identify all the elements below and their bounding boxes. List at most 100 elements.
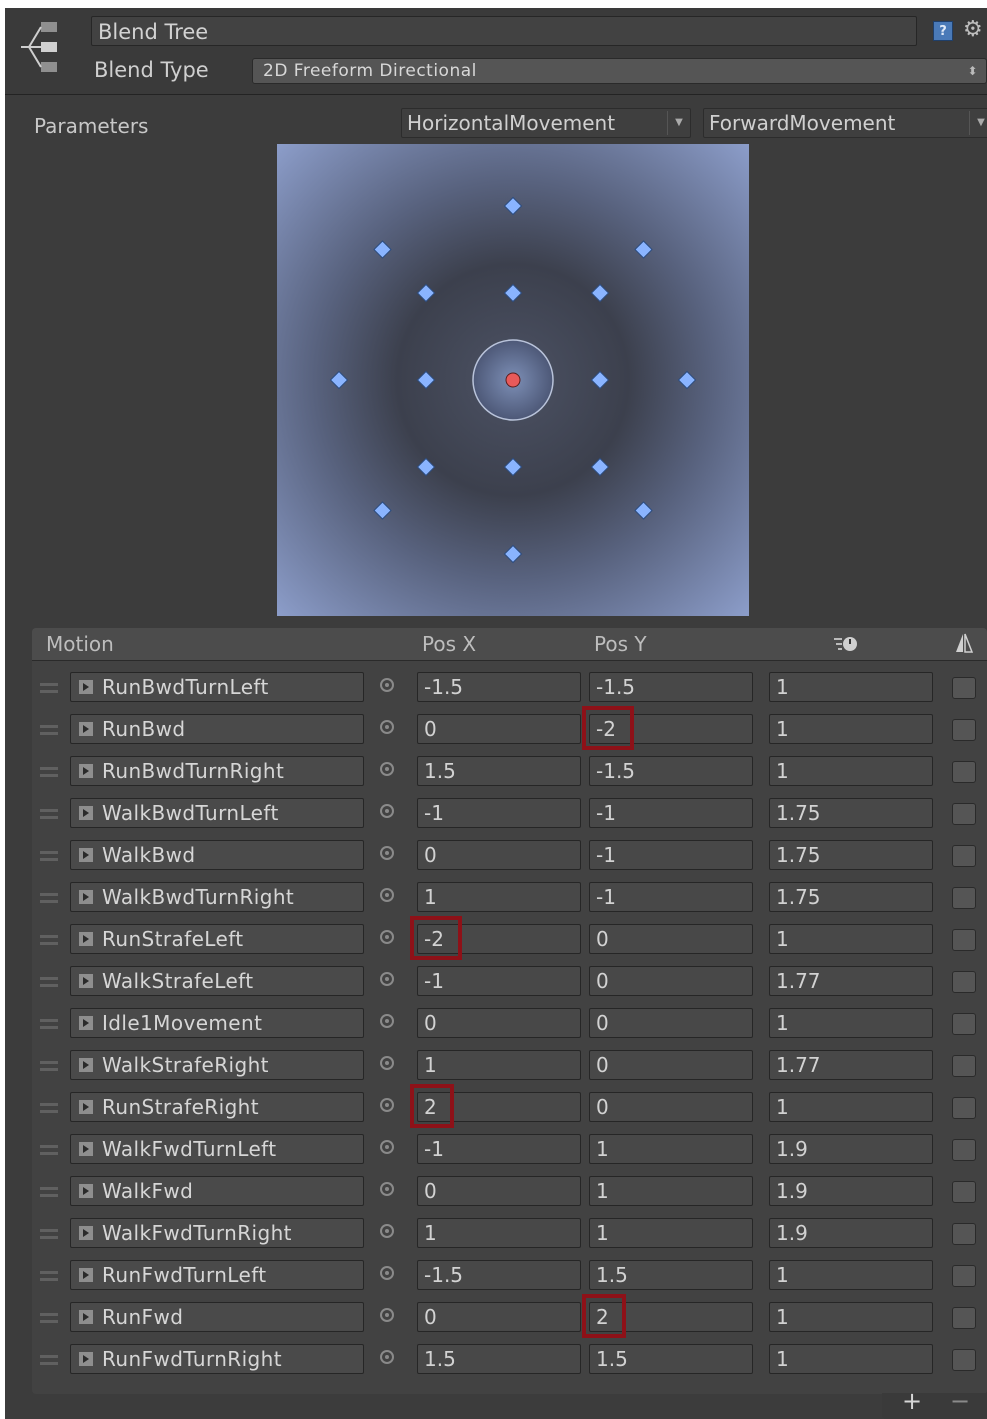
- time-scale-field[interactable]: 1: [769, 714, 933, 744]
- time-scale-field[interactable]: 1.9: [769, 1134, 933, 1164]
- pos-x-field[interactable]: 0: [417, 1008, 581, 1038]
- pos-y-field[interactable]: 1: [589, 1176, 753, 1206]
- drag-handle-icon[interactable]: [40, 809, 58, 819]
- pos-x-field[interactable]: -1: [417, 1134, 581, 1164]
- object-picker-icon[interactable]: [380, 762, 394, 776]
- gear-icon[interactable]: ⚙: [963, 15, 983, 45]
- mirror-toggle[interactable]: [952, 971, 976, 993]
- time-scale-field[interactable]: 1: [769, 924, 933, 954]
- blend-space-graph[interactable]: [277, 144, 749, 616]
- pos-x-field[interactable]: -1.5: [417, 672, 581, 702]
- mirror-toggle[interactable]: [952, 1265, 976, 1287]
- motion-clip-field[interactable]: WalkFwdTurnRight: [70, 1218, 364, 1248]
- drag-handle-icon[interactable]: [40, 1187, 58, 1197]
- mirror-toggle[interactable]: [952, 1139, 976, 1161]
- motion-clip-field[interactable]: WalkBwdTurnRight: [70, 882, 364, 912]
- object-picker-icon[interactable]: [380, 1308, 394, 1322]
- drag-handle-icon[interactable]: [40, 1313, 58, 1323]
- pos-y-field[interactable]: -1.5: [589, 672, 753, 702]
- time-scale-field[interactable]: 1.77: [769, 966, 933, 996]
- object-picker-icon[interactable]: [380, 678, 394, 692]
- motion-clip-field[interactable]: RunStrafeRight: [70, 1092, 364, 1122]
- motion-clip-field[interactable]: RunFwdTurnRight: [70, 1344, 364, 1374]
- mirror-toggle[interactable]: [952, 1181, 976, 1203]
- drag-handle-icon[interactable]: [40, 1103, 58, 1113]
- pos-x-field[interactable]: -1: [417, 966, 581, 996]
- object-picker-icon[interactable]: [380, 1266, 394, 1280]
- mirror-toggle[interactable]: [952, 929, 976, 951]
- drag-handle-icon[interactable]: [40, 893, 58, 903]
- mirror-toggle[interactable]: [952, 845, 976, 867]
- motion-clip-field[interactable]: RunBwdTurnRight: [70, 756, 364, 786]
- mirror-toggle[interactable]: [952, 761, 976, 783]
- drag-handle-icon[interactable]: [40, 683, 58, 693]
- mirror-toggle[interactable]: [952, 1307, 976, 1329]
- motion-clip-field[interactable]: RunFwdTurnLeft: [70, 1260, 364, 1290]
- object-picker-icon[interactable]: [380, 720, 394, 734]
- object-picker-icon[interactable]: [380, 1350, 394, 1364]
- time-scale-field[interactable]: 1: [769, 1008, 933, 1038]
- drag-handle-icon[interactable]: [40, 725, 58, 735]
- pos-y-field[interactable]: -1.5: [589, 756, 753, 786]
- time-scale-field[interactable]: 1.75: [769, 798, 933, 828]
- mirror-toggle[interactable]: [952, 803, 976, 825]
- drag-handle-icon[interactable]: [40, 1145, 58, 1155]
- object-picker-icon[interactable]: [380, 1224, 394, 1238]
- time-scale-field[interactable]: 1.9: [769, 1218, 933, 1248]
- object-picker-icon[interactable]: [380, 1014, 394, 1028]
- pos-y-field[interactable]: -1: [589, 798, 753, 828]
- time-scale-field[interactable]: 1.75: [769, 840, 933, 870]
- drag-handle-icon[interactable]: [40, 1355, 58, 1365]
- add-motion-button[interactable]: +: [902, 1387, 922, 1415]
- drag-handle-icon[interactable]: [40, 1061, 58, 1071]
- pos-y-field[interactable]: 0: [589, 1092, 753, 1122]
- remove-motion-button[interactable]: −: [950, 1387, 970, 1415]
- y-parameter-dropdown[interactable]: ForwardMovement ▼: [703, 108, 987, 138]
- time-scale-field[interactable]: 1: [769, 672, 933, 702]
- help-icon[interactable]: ?: [933, 21, 953, 41]
- mirror-toggle[interactable]: [952, 1097, 976, 1119]
- time-scale-field[interactable]: 1.75: [769, 882, 933, 912]
- x-parameter-dropdown[interactable]: HorizontalMovement ▼: [401, 108, 691, 138]
- time-scale-field[interactable]: 1.9: [769, 1176, 933, 1206]
- drag-handle-icon[interactable]: [40, 767, 58, 777]
- mirror-toggle[interactable]: [952, 1055, 976, 1077]
- pos-y-field[interactable]: 0: [589, 924, 753, 954]
- motion-clip-field[interactable]: RunBwd: [70, 714, 364, 744]
- object-picker-icon[interactable]: [380, 846, 394, 860]
- pos-y-field[interactable]: -1: [589, 840, 753, 870]
- object-picker-icon[interactable]: [380, 930, 394, 944]
- pos-y-field[interactable]: -1: [589, 882, 753, 912]
- object-picker-icon[interactable]: [380, 1098, 394, 1112]
- time-scale-field[interactable]: 1: [769, 1092, 933, 1122]
- pos-y-field[interactable]: 1.5: [589, 1344, 753, 1374]
- mirror-toggle[interactable]: [952, 719, 976, 741]
- object-picker-icon[interactable]: [380, 888, 394, 902]
- motion-clip-field[interactable]: WalkFwd: [70, 1176, 364, 1206]
- pos-x-field[interactable]: 1: [417, 1050, 581, 1080]
- blend-tree-name-field[interactable]: Blend Tree: [91, 16, 917, 46]
- object-picker-icon[interactable]: [380, 972, 394, 986]
- motion-clip-field[interactable]: RunFwd: [70, 1302, 364, 1332]
- pos-x-field[interactable]: 0: [417, 714, 581, 744]
- blend-type-dropdown[interactable]: 2D Freeform Directional ⬍: [252, 58, 987, 84]
- object-picker-icon[interactable]: [380, 1056, 394, 1070]
- pos-y-field[interactable]: 1.5: [589, 1260, 753, 1290]
- pos-y-field[interactable]: 1: [589, 1218, 753, 1248]
- motion-clip-field[interactable]: WalkStrafeLeft: [70, 966, 364, 996]
- pos-x-field[interactable]: 0: [417, 840, 581, 870]
- pos-y-field[interactable]: 0: [589, 1050, 753, 1080]
- object-picker-icon[interactable]: [380, 804, 394, 818]
- drag-handle-icon[interactable]: [40, 1271, 58, 1281]
- drag-handle-icon[interactable]: [40, 977, 58, 987]
- current-blend-point[interactable]: [505, 372, 521, 388]
- drag-handle-icon[interactable]: [40, 1019, 58, 1029]
- pos-x-field[interactable]: 1.5: [417, 1344, 581, 1374]
- mirror-toggle[interactable]: [952, 1349, 976, 1371]
- motion-clip-field[interactable]: WalkStrafeRight: [70, 1050, 364, 1080]
- motion-clip-field[interactable]: RunBwdTurnLeft: [70, 672, 364, 702]
- pos-x-field[interactable]: 1.5: [417, 756, 581, 786]
- pos-x-field[interactable]: -1: [417, 798, 581, 828]
- drag-handle-icon[interactable]: [40, 851, 58, 861]
- mirror-toggle[interactable]: [952, 1013, 976, 1035]
